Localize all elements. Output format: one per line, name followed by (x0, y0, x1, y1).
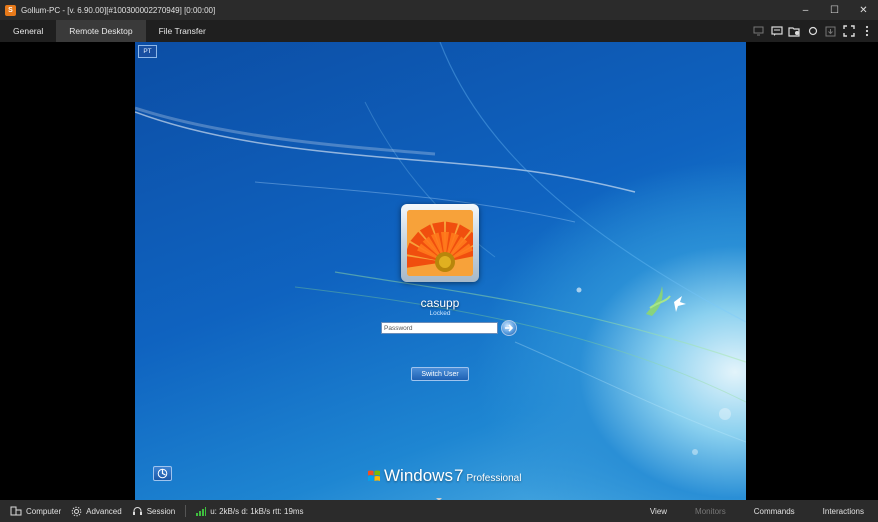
view-menu[interactable]: View (636, 507, 681, 516)
computer-label: Computer (26, 506, 62, 516)
remote-screen[interactable]: PT casupp Locked Switch User Windows 7 P… (135, 42, 746, 500)
session-menu[interactable]: Session (132, 506, 175, 517)
bird-decoration-icon (646, 286, 686, 316)
tab-general[interactable]: General (0, 20, 56, 42)
password-input[interactable] (381, 322, 498, 334)
fullscreen-icon[interactable] (841, 24, 856, 39)
lock-status-label: Locked (429, 310, 451, 317)
window-controls: – ☐ ✕ (791, 0, 878, 20)
username-label: casupp (420, 296, 460, 310)
folder-gear-icon[interactable] (787, 24, 802, 39)
more-icon[interactable] (859, 24, 874, 39)
advanced-label: Advanced (86, 506, 122, 516)
windows-version: 7 (453, 466, 464, 485)
submit-arrow-button[interactable] (501, 320, 517, 336)
download-icon[interactable] (823, 24, 838, 39)
tab-file-transfer[interactable]: File Transfer (146, 20, 219, 42)
advanced-menu[interactable]: Advanced (71, 506, 122, 517)
session-toolbar (751, 20, 874, 42)
title-bar: S Gollum-PC - [v. 6.90.00][#100300002270… (0, 0, 878, 20)
pt-badge[interactable]: PT (138, 45, 157, 58)
record-icon[interactable] (805, 24, 820, 39)
maximize-button[interactable]: ☐ (820, 0, 849, 20)
window-title: Gollum-PC - [v. 6.90.00][#1003000022709​… (21, 5, 216, 15)
flower-icon (407, 210, 473, 276)
gear-icon (71, 506, 82, 516)
connection-stats: u: 2kB/s d: 1kB/s rtt: 19ms (196, 506, 304, 516)
computer-menu[interactable]: Computer (10, 506, 61, 517)
signal-strength-icon (196, 506, 207, 516)
ease-of-access-icon (157, 468, 168, 479)
windows-edition: Professional (466, 473, 522, 484)
user-avatar-frame[interactable] (401, 204, 479, 282)
minimize-button[interactable]: – (791, 0, 820, 20)
screen-icon[interactable] (751, 24, 766, 39)
windows-branding: Windows 7 Professional (367, 466, 521, 486)
windows-wordmark: Windows (384, 466, 453, 485)
ease-of-access-button[interactable] (153, 466, 172, 481)
arrow-right-icon (505, 324, 514, 332)
commands-menu[interactable]: Commands (740, 507, 809, 516)
session-label: Session (146, 506, 176, 516)
app-logo-icon: S (5, 4, 16, 16)
tab-bar: General Remote Desktop File Transfer (0, 20, 878, 42)
session-menus: View Monitors Commands Interactions (636, 500, 878, 522)
chat-icon[interactable] (769, 24, 784, 39)
headset-icon (132, 506, 142, 515)
status-bar: Computer Advanced Session u: 2kB/s d: 1k… (0, 500, 878, 522)
switch-user-button[interactable]: Switch User (411, 367, 469, 381)
user-avatar (407, 210, 473, 276)
close-button[interactable]: ✕ (849, 0, 878, 20)
monitors-menu[interactable]: Monitors (681, 507, 740, 516)
remote-viewport[interactable]: PT casupp Locked Switch User Windows 7 P… (0, 42, 878, 500)
windows-flag-icon (368, 470, 380, 481)
interactions-menu[interactable]: Interactions (809, 507, 878, 516)
computer-icon (10, 506, 22, 515)
connection-stats-text: u: 2kB/s d: 1kB/s rtt: 19ms (210, 506, 304, 516)
tab-remote-desktop[interactable]: Remote Desktop (56, 20, 146, 42)
status-divider (185, 505, 187, 517)
